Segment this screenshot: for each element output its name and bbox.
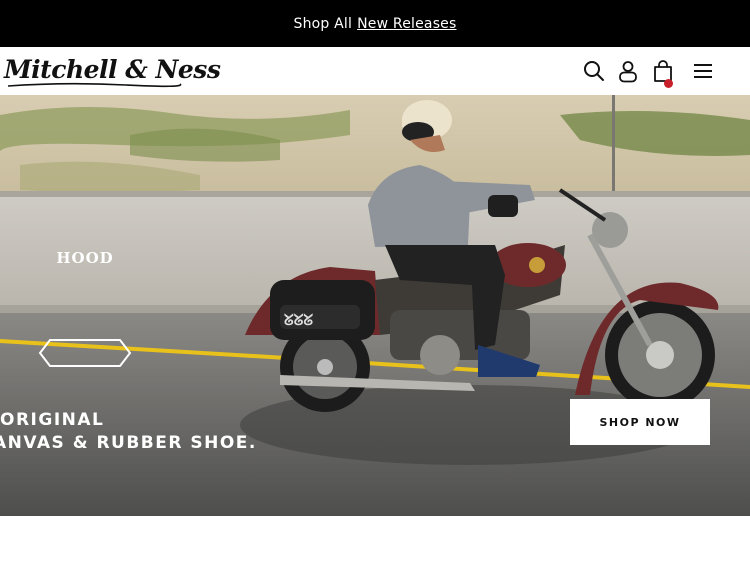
hood-badge-text: HOOD [56, 249, 114, 267]
hero-headline-line1: ORIGINAL [0, 410, 105, 430]
site-header: Mitchell & Ness [0, 47, 750, 95]
shop-now-button[interactable]: SHOP NOW [570, 399, 710, 445]
cart-indicator [664, 79, 673, 88]
account-icon[interactable] [616, 59, 640, 83]
hero-headline-line2: ANVAS & RUBBER SHOE. [0, 433, 257, 453]
promo-text: Shop All [293, 15, 353, 32]
svg-text:ᘜᘜᘜ: ᘜᘜᘜ [284, 311, 313, 329]
logo-underline-icon [7, 82, 182, 88]
menu-icon[interactable] [691, 59, 715, 83]
brand-logo[interactable]: Mitchell & Ness [4, 55, 221, 84]
new-releases-link[interactable]: New Releases [357, 16, 456, 32]
promo-bar: Shop All New Releases [0, 0, 750, 47]
hood-badge-icon [38, 339, 132, 367]
search-icon[interactable] [582, 59, 606, 83]
